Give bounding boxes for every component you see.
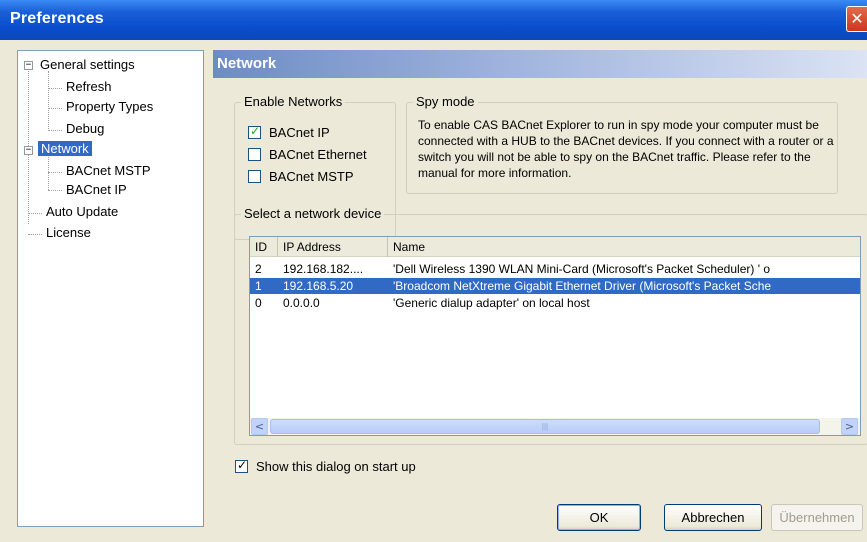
collapse-icon[interactable]: − (24, 61, 33, 70)
checkbox-box[interactable]: ✓ (248, 124, 261, 139)
bacnet-mstp-checkbox[interactable]: BACnet MSTP (248, 169, 354, 184)
spy-mode-group: Spy mode To enable CAS BACnet Explorer t… (406, 94, 838, 194)
network-device-group: Select a network device ID IP Address Na… (234, 206, 867, 445)
tree-item-debug[interactable]: Debug (66, 121, 104, 136)
row-ip: 192.168.5.20 (283, 279, 354, 293)
network-device-list[interactable]: ID IP Address Name 2 192.168.182.... 'De… (249, 236, 861, 436)
panel-header: Network (213, 50, 867, 78)
bacnet-ethernet-checkbox[interactable]: BACnet Ethernet (248, 147, 367, 162)
tree-line (48, 88, 62, 89)
network-device-title: Select a network device (241, 206, 385, 221)
tree-item-license[interactable]: License (46, 225, 91, 240)
tree-line (28, 213, 42, 214)
enable-networks-title: Enable Networks (241, 94, 346, 109)
tree-line (28, 234, 42, 235)
column-header-ip-address[interactable]: IP Address (278, 237, 388, 257)
row-id: 0 (255, 296, 262, 310)
checkmark-icon: ✓ (250, 124, 261, 138)
bacnet-ip-checkbox[interactable]: ✓ BACnet IP (248, 124, 330, 140)
checkbox-box[interactable] (248, 148, 261, 161)
title-bar[interactable]: Preferences ✕ (0, 0, 867, 40)
row-id: 2 (255, 262, 262, 276)
table-row[interactable]: 1 192.168.5.20 'Broadcom NetXtreme Gigab… (250, 278, 860, 294)
tree-item-bacnet-ip[interactable]: BACnet IP (66, 182, 127, 197)
tree-item-auto-update[interactable]: Auto Update (46, 204, 118, 219)
bacnet-mstp-label: BACnet MSTP (269, 169, 354, 184)
show-on-startup-checkbox[interactable]: ✓ Show this dialog on start up (235, 458, 416, 474)
tree-item-refresh[interactable]: Refresh (66, 79, 112, 94)
checkmark-icon: ✓ (237, 458, 248, 472)
checkbox-box[interactable]: ✓ (235, 458, 248, 473)
show-on-startup-label: Show this dialog on start up (256, 459, 416, 474)
scroll-thumb[interactable]: ||| (270, 419, 820, 434)
column-header-id[interactable]: ID (250, 237, 278, 257)
ok-button[interactable]: OK (557, 504, 641, 531)
preferences-dialog: Preferences ✕ − General settings Refresh… (0, 0, 867, 542)
list-header: ID IP Address Name (250, 237, 860, 257)
checkbox-box[interactable] (248, 170, 261, 183)
settings-tree: − General settings Refresh Property Type… (17, 50, 204, 527)
row-id: 1 (255, 279, 262, 293)
table-row[interactable]: 0 0.0.0.0 'Generic dialup adapter' on lo… (250, 295, 860, 311)
collapse-icon[interactable]: − (24, 146, 33, 155)
network-panel: Network Enable Networks ✓ BACnet IP BACn… (213, 50, 867, 527)
tree-line (48, 130, 62, 131)
tree-line (48, 172, 62, 173)
row-ip: 192.168.182.... (283, 262, 364, 276)
cancel-button[interactable]: Abbrechen (664, 504, 762, 531)
spy-mode-description: To enable CAS BACnet Explorer to run in … (418, 118, 834, 180)
close-icon[interactable]: ✕ (846, 6, 867, 32)
tree-item-network[interactable]: Network (38, 141, 92, 156)
table-row[interactable]: 2 192.168.182.... 'Dell Wireless 1390 WL… (250, 261, 860, 277)
tree-item-general-settings[interactable]: General settings (40, 57, 135, 72)
row-name: 'Dell Wireless 1390 WLAN Mini-Card (Micr… (393, 262, 770, 276)
row-name: 'Generic dialup adapter' on local host (393, 296, 590, 310)
column-header-name[interactable]: Name (388, 237, 860, 257)
bacnet-ethernet-label: BACnet Ethernet (269, 147, 367, 162)
panel-title: Network (217, 55, 277, 72)
scroll-left-button[interactable]: < (251, 418, 268, 435)
horizontal-scrollbar[interactable]: < ||| > (250, 418, 860, 435)
tree-item-bacnet-mstp[interactable]: BACnet MSTP (66, 163, 151, 178)
apply-button[interactable]: Übernehmen (771, 504, 863, 531)
tree-line (48, 108, 62, 109)
tree-line (48, 71, 49, 131)
window-title: Preferences (10, 10, 104, 27)
tree-item-property-types[interactable]: Property Types (66, 99, 153, 114)
tree-line (48, 157, 49, 190)
spy-mode-title: Spy mode (413, 94, 478, 109)
row-name: 'Broadcom NetXtreme Gigabit Ethernet Dri… (393, 279, 772, 293)
bacnet-ip-label: BACnet IP (269, 125, 330, 140)
tree-line (48, 190, 62, 191)
scroll-right-button[interactable]: > (841, 418, 858, 435)
row-ip: 0.0.0.0 (283, 296, 320, 310)
